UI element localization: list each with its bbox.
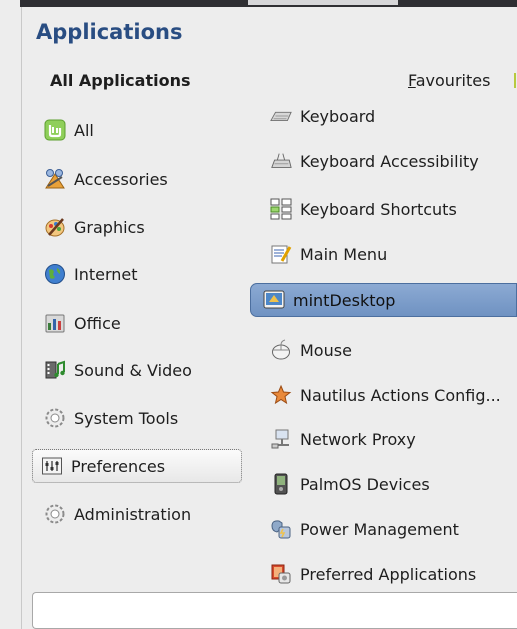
- accessories-icon: [44, 168, 66, 190]
- app-label: Main Menu: [300, 244, 388, 264]
- network-proxy-icon: [270, 428, 292, 450]
- menu-left-edge: [21, 7, 22, 629]
- category-accessories[interactable]: Accessories: [44, 162, 240, 196]
- category-label: Office: [74, 313, 121, 333]
- app-network-proxy[interactable]: Network Proxy: [270, 422, 517, 456]
- system-tools-icon: [44, 407, 66, 429]
- mintdesktop-icon: [263, 289, 285, 311]
- category-label: Internet: [74, 264, 138, 284]
- app-label: Mouse: [300, 340, 352, 360]
- app-keyboard[interactable]: Keyboard: [270, 99, 517, 133]
- mouse-icon: [270, 339, 292, 361]
- app-power-management[interactable]: Power Management: [270, 512, 517, 546]
- category-label: Sound & Video: [74, 360, 192, 380]
- app-nautilus-actions-config[interactable]: Nautilus Actions Config...: [270, 378, 517, 412]
- administration-icon: [44, 503, 66, 525]
- mint-logo-icon: [44, 119, 66, 141]
- category-label: Administration: [74, 504, 192, 524]
- sound-video-icon: [44, 359, 66, 381]
- category-label: System Tools: [74, 408, 179, 428]
- app-label: Nautilus Actions Config...: [300, 385, 501, 405]
- category-system-tools[interactable]: System Tools: [44, 401, 240, 435]
- app-keyboard-accessibility[interactable]: Keyboard Accessibility: [270, 144, 517, 178]
- office-icon: [44, 312, 66, 334]
- category-graphics[interactable]: Graphics: [44, 210, 240, 244]
- favourites-accent-bar: [514, 73, 516, 88]
- menu-title: Applications: [36, 20, 183, 44]
- palmos-icon: [270, 473, 292, 495]
- internet-globe-icon: [44, 263, 66, 285]
- app-mintdesktop[interactable]: mintDesktop: [250, 283, 517, 317]
- search-input[interactable]: [32, 592, 517, 629]
- nautilus-actions-icon: [270, 384, 292, 406]
- app-label: Keyboard Shortcuts: [300, 199, 457, 219]
- category-administration[interactable]: Administration: [44, 497, 240, 531]
- app-keyboard-shortcuts[interactable]: Keyboard Shortcuts: [270, 192, 517, 226]
- main-menu-icon: [270, 243, 292, 265]
- app-main-menu[interactable]: Main Menu: [270, 237, 517, 271]
- keyboard-icon: [270, 105, 292, 127]
- app-label: PalmOS Devices: [300, 474, 430, 494]
- category-label: Preferences: [71, 456, 166, 476]
- preferred-applications-icon: [270, 563, 292, 585]
- category-preferences[interactable]: Preferences: [32, 449, 242, 483]
- top-panel: [0, 0, 517, 12]
- category-label: Graphics: [74, 217, 145, 237]
- favourites-button[interactable]: Favourites: [408, 71, 490, 90]
- all-applications-heading: All Applications: [50, 71, 191, 90]
- top-panel-highlight: [248, 0, 398, 5]
- category-label: All: [74, 120, 94, 140]
- app-label: mintDesktop: [293, 290, 396, 310]
- app-label: Power Management: [300, 519, 459, 539]
- app-label: Preferred Applications: [300, 564, 477, 584]
- graphics-icon: [44, 216, 66, 238]
- preferences-icon: [41, 455, 63, 477]
- app-label: Keyboard: [300, 106, 376, 126]
- favourites-mnemonic: F: [408, 71, 416, 90]
- category-internet[interactable]: Internet: [44, 257, 240, 291]
- category-sound-video[interactable]: Sound & Video: [44, 353, 240, 387]
- category-all[interactable]: All: [44, 113, 240, 147]
- app-palmos-devices[interactable]: PalmOS Devices: [270, 467, 517, 501]
- app-preferred-applications[interactable]: Preferred Applications: [270, 557, 517, 591]
- category-office[interactable]: Office: [44, 306, 240, 340]
- keyboard-shortcuts-icon: [270, 198, 292, 220]
- keyboard-accessibility-icon: [270, 150, 292, 172]
- app-label: Keyboard Accessibility: [300, 151, 479, 171]
- app-label: Network Proxy: [300, 429, 416, 449]
- category-label: Accessories: [74, 169, 168, 189]
- favourites-label-rest: avourites: [415, 71, 491, 90]
- power-management-icon: [270, 518, 292, 540]
- app-mouse[interactable]: Mouse: [270, 333, 517, 367]
